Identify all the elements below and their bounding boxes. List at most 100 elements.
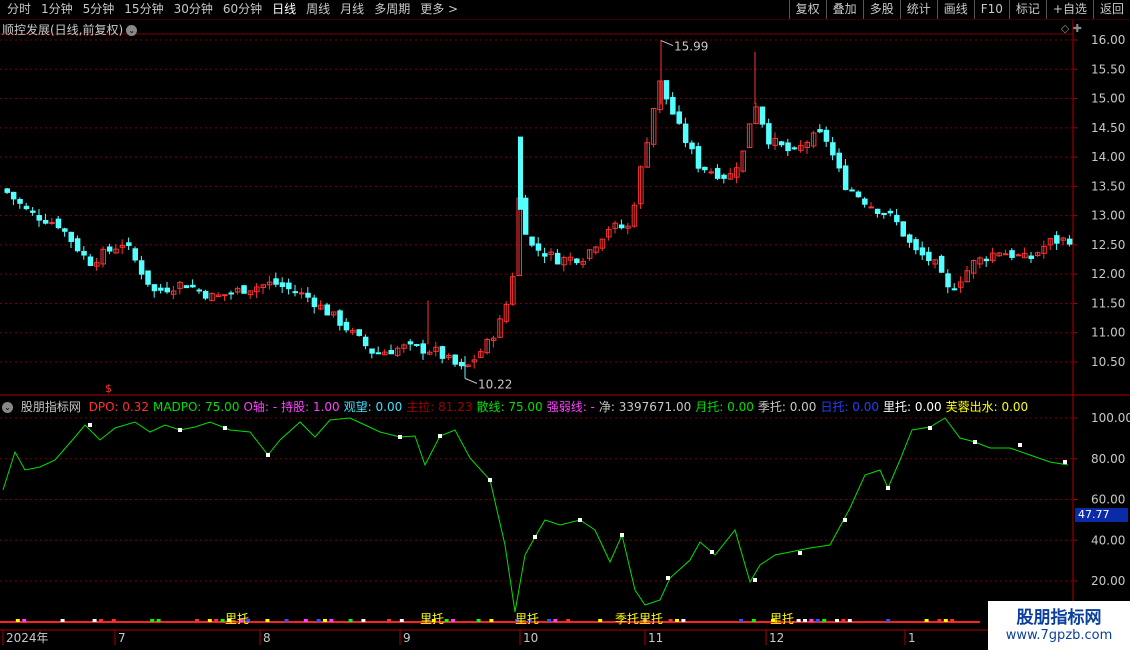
indicator-field-4: 观望: 0.00: [343, 400, 403, 414]
candle-body: [202, 290, 209, 299]
candle-body: [30, 210, 36, 213]
signal-bar: [937, 619, 942, 622]
indicator-point: [753, 578, 757, 582]
candle-body: [894, 214, 900, 223]
signal-bar: [476, 619, 481, 622]
signal-bar: [803, 619, 807, 622]
x-tick-label: 12: [769, 631, 784, 645]
y-tick-label: 16.00: [1091, 33, 1125, 47]
candle-body: [279, 282, 286, 288]
candle-body: [292, 291, 298, 294]
indicator-point: [1063, 460, 1067, 464]
signal-bar: [451, 619, 455, 622]
li-tuo-marker: 里托: [515, 612, 539, 626]
indicator-header: ⌄ 股朋指标网 DPO: 0.32 MADPO: 75.00 O轴: - 持股: 1.…: [2, 398, 1036, 415]
candle-body: [81, 250, 87, 256]
indicator-name: 股朋指标网: [20, 400, 81, 414]
indicator-point: [533, 535, 537, 539]
signal-bar: [751, 619, 756, 622]
x-tick-label: 1: [908, 631, 916, 645]
y-tick-label: 13.00: [1091, 209, 1125, 223]
indicator-point: [266, 453, 270, 457]
signal-bar: [195, 619, 199, 622]
chart-canvas: 16.00 15.50 15.00 14.50 14.00 13.50 13.00 12.50…: [0, 20, 1130, 645]
candle-body: [298, 292, 305, 295]
signal-bar: [220, 619, 225, 622]
indicator-field-6: 散线: 75.00: [476, 400, 543, 414]
y-tick-label: 12.50: [1091, 238, 1125, 252]
indicator-field-5: 主拉: 81.23: [406, 400, 473, 414]
indicator-point: [798, 551, 802, 555]
candle-body: [714, 168, 721, 179]
candle-body: [887, 210, 894, 214]
signal-bar: [323, 619, 327, 622]
indicator-field-7: 强弱线: -: [546, 400, 595, 414]
candlesticks: [4, 80, 1073, 370]
signal-bar: [156, 619, 161, 622]
candle-body: [375, 352, 382, 355]
signal-bar: [681, 619, 686, 622]
li-tuo-marker: 里托: [770, 612, 794, 626]
candle-body: [855, 191, 862, 198]
candle-body: [721, 174, 727, 179]
candle-body: [228, 292, 234, 295]
candle-body: [1028, 255, 1034, 259]
candle-body: [362, 336, 369, 347]
indicator-point: [666, 576, 670, 580]
indicator-field-3: 持股: 1.00: [281, 400, 340, 414]
indicator-point: [578, 518, 582, 522]
candle-body: [36, 215, 42, 221]
signal-bar: [316, 619, 321, 622]
candle-body: [676, 111, 682, 124]
stock-title: 顺控发展(日线,前复权): [2, 23, 124, 37]
chevron-down-icon[interactable]: ⌄: [126, 25, 138, 36]
candle-body: [900, 221, 906, 237]
candle-body: [778, 141, 785, 146]
y-tick-label: 13.50: [1091, 179, 1125, 193]
candle-body: [87, 256, 94, 266]
diamond-icon[interactable]: ◇: [1061, 22, 1069, 35]
candle-body: [458, 361, 465, 367]
plus-icon[interactable]: ✚: [1073, 22, 1082, 35]
signal-bar: [303, 619, 308, 622]
candle-body: [868, 206, 874, 209]
watermark-title: 股朋指标网: [1016, 607, 1102, 628]
signal-bar: [387, 619, 391, 622]
candle-body: [823, 129, 830, 142]
candle-body: [343, 321, 350, 331]
candle-body: [132, 248, 138, 261]
signal-bar: [950, 619, 955, 622]
signal-bar: [15, 619, 20, 622]
signal-bar: [675, 619, 679, 622]
indicator-field-8: 净: 3397671.00: [598, 400, 692, 414]
candle-body: [369, 348, 375, 354]
candle-body: [414, 344, 420, 347]
candle-body: [663, 80, 670, 100]
high-price-label: 15.99: [674, 40, 708, 54]
candle-body: [241, 285, 247, 294]
indicator-point: [488, 478, 492, 482]
signal-bar: [598, 619, 603, 622]
candle-body: [356, 329, 362, 336]
ind-tick-label: 40.00: [1091, 533, 1125, 547]
indicator-point: [178, 428, 182, 432]
signal-bar: [547, 619, 551, 622]
indicator-point: [973, 440, 977, 444]
signal-bar: [60, 619, 65, 622]
li-tuo-marker: 季托里托: [615, 612, 663, 626]
indicator-field-10: 季托: 0.00: [757, 400, 817, 414]
chevron-down-icon[interactable]: ⌄: [2, 402, 13, 413]
ind-tick-label: 80.00: [1091, 452, 1125, 466]
chart-tools: ◇ ✚: [1061, 22, 1082, 35]
indicator-point: [1018, 443, 1022, 447]
candle-body: [682, 123, 689, 143]
candle-body: [1009, 250, 1015, 258]
candle-body: [42, 219, 49, 224]
watermark: 股朋指标网 www.7gpzb.com: [988, 601, 1130, 650]
y-tick-label: 15.00: [1091, 92, 1125, 106]
candle-body: [55, 218, 62, 229]
candle-body: [190, 284, 196, 288]
candle-body: [913, 239, 919, 251]
signal-bar: [150, 619, 155, 622]
signal-bar: [553, 619, 558, 622]
